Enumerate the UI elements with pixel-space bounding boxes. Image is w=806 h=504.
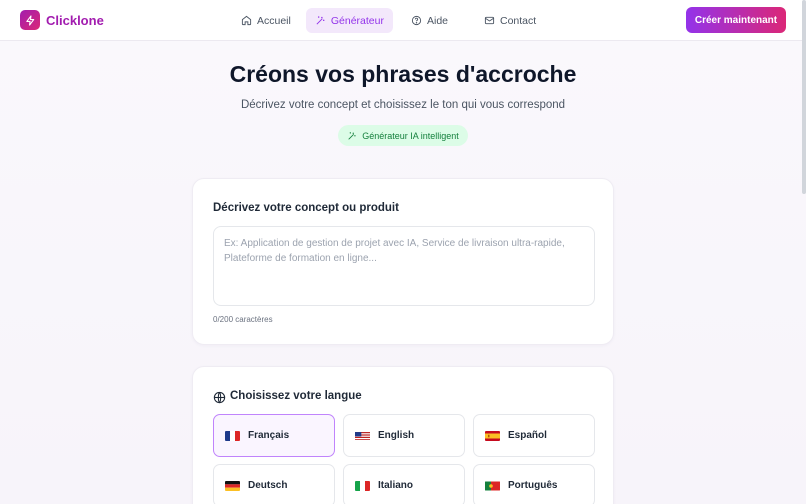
language-label: Italiano <box>378 480 414 491</box>
main-nav: Accueil Générateur Aide Contact <box>232 8 545 33</box>
nav-item-generateur[interactable]: Générateur <box>305 8 393 33</box>
page-subtitle: Décrivez votre concept et choisissez le … <box>240 99 566 111</box>
language-option-en[interactable]: English <box>343 414 465 457</box>
es-flag-icon <box>485 430 500 441</box>
char-counter: 0/200 caractères <box>213 315 273 324</box>
fr-flag-icon <box>225 430 240 441</box>
globe-icon <box>213 391 226 404</box>
language-option-pt[interactable]: Português <box>473 464 595 504</box>
brand-logo[interactable]: Clicklone <box>20 10 104 30</box>
language-label: Deutsch <box>248 480 288 491</box>
nav-label: Aide <box>426 14 448 27</box>
nav-item-accueil[interactable]: Accueil <box>232 8 300 33</box>
language-label: Português <box>508 480 558 491</box>
page-scrollbar[interactable] <box>802 0 806 194</box>
concept-card: Décrivez votre concept ou produit 0/200 … <box>192 178 614 345</box>
help-circle-icon <box>411 15 422 26</box>
concept-title: Décrivez votre concept ou produit <box>213 202 399 214</box>
nav-label: Contact <box>500 14 537 27</box>
de-flag-icon <box>225 480 240 491</box>
brand-name: Clicklone <box>46 12 104 28</box>
us-flag-icon <box>355 431 370 440</box>
home-icon <box>241 15 252 26</box>
language-label: Español <box>508 430 547 441</box>
top-navbar: Clicklone Accueil Générateur Aide Contac… <box>0 0 806 41</box>
mail-icon <box>484 16 495 25</box>
it-flag-icon <box>355 480 370 491</box>
create-now-button[interactable]: Créer maintenant <box>686 7 786 33</box>
nav-item-aide[interactable]: Aide <box>402 8 457 33</box>
nav-label: Générateur <box>330 14 384 27</box>
magic-wand-icon <box>348 131 356 140</box>
language-option-de[interactable]: Deutsch <box>213 464 335 504</box>
magic-wand-icon <box>316 16 325 25</box>
language-card: Choisissez votre langue Français English… <box>192 366 614 504</box>
nav-item-contact[interactable]: Contact <box>475 8 545 33</box>
page-title: Créons vos phrases d'accroche <box>229 61 577 87</box>
concept-input[interactable] <box>213 226 595 306</box>
language-label: English <box>378 430 415 441</box>
language-title: Choisissez votre langue <box>230 390 362 402</box>
bolt-icon <box>20 10 40 30</box>
language-label: Français <box>248 430 290 441</box>
ai-badge: Générateur IA intelligent <box>338 125 468 146</box>
language-option-es[interactable]: Español <box>473 414 595 457</box>
pt-flag-icon <box>485 481 500 490</box>
language-option-fr[interactable]: Français <box>213 414 335 457</box>
nav-label: Accueil <box>257 14 291 27</box>
language-option-it[interactable]: Italiano <box>343 464 465 504</box>
badge-label: Générateur IA intelligent <box>362 130 459 141</box>
